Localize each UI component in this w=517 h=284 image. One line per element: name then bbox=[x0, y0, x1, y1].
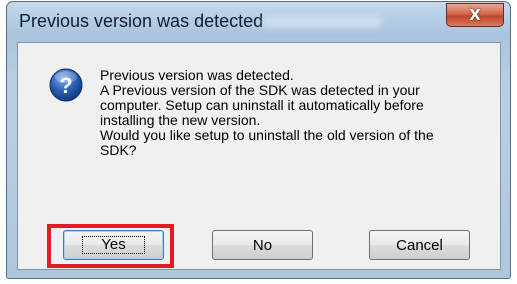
message-line: SDK? bbox=[100, 142, 137, 158]
message-line: Would you like setup to uninstall the ol… bbox=[100, 127, 434, 143]
message-line: A Previous version of the SDK was detect… bbox=[100, 82, 420, 98]
title-bar[interactable]: Previous version was detected X bbox=[7, 2, 510, 42]
close-button[interactable]: X bbox=[446, 3, 504, 27]
dialog-window: Previous version was detected X ? Previo… bbox=[6, 1, 511, 279]
cancel-button-label: Cancel bbox=[396, 236, 443, 254]
question-icon: ? bbox=[49, 68, 83, 102]
dialog-body: ? Previous version was detected. A Previ… bbox=[17, 42, 501, 270]
window-title: Previous version was detected bbox=[19, 11, 264, 31]
message-line: Previous version was detected. bbox=[100, 67, 294, 83]
yes-button[interactable]: Yes bbox=[63, 230, 164, 260]
close-icon: X bbox=[469, 5, 481, 24]
no-button[interactable]: No bbox=[212, 230, 313, 260]
message-line: computer. Setup can uninstall it automat… bbox=[100, 97, 424, 113]
blurred-title-region bbox=[262, 16, 382, 28]
svg-text:?: ? bbox=[59, 73, 72, 98]
message-text: Previous version was detected. A Previou… bbox=[100, 68, 485, 158]
yes-button-label: Yes bbox=[82, 236, 145, 254]
no-button-label: No bbox=[252, 236, 273, 254]
message-line: installing the new version. bbox=[100, 112, 261, 128]
cancel-button[interactable]: Cancel bbox=[369, 230, 470, 260]
